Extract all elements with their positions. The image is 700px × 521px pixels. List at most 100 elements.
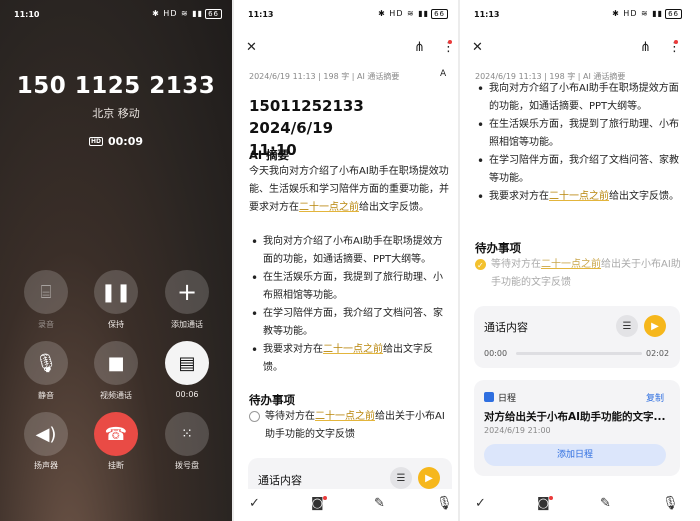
todo-checkbox[interactable] <box>249 411 260 422</box>
add-call-label: 添加通话 <box>171 320 203 329</box>
list-item: 我要求对方在二十一点之前给出文字反馈。 <box>249 341 451 377</box>
bullet4-text-1: 我要求对方在 <box>489 191 549 202</box>
deadline-highlight[interactable]: 二十一点之前 <box>549 191 609 202</box>
pen-icon[interactable]: ✎ <box>600 496 611 511</box>
battery-icon: 66 <box>665 9 682 19</box>
status-time: 11:13 <box>248 10 274 19</box>
call-timer: HD 00:09 <box>0 135 232 148</box>
bullet-list: 我向对方介绍了小布AI助手在职场提效方面的功能，如通话摘要、PPT大纲等。 在生… <box>475 80 681 206</box>
speaker-button[interactable]: ◀) <box>24 412 68 456</box>
todo-checkbox-checked[interactable] <box>475 257 486 275</box>
plus-icon: + <box>176 278 198 306</box>
share-icon[interactable]: ⋔ <box>414 40 425 55</box>
hangup-icon: ☎ <box>104 423 128 445</box>
deadline-highlight[interactable]: 二十一点之前 <box>315 411 375 422</box>
record-button[interactable]: ⌸ <box>24 270 68 314</box>
todo-item-done[interactable]: 等待对方在二十一点之前给出关于小布AI助手功能的文字反馈 <box>475 256 681 292</box>
call-duration: 00:09 <box>108 135 144 148</box>
hold-label: 保持 <box>108 320 124 329</box>
status-time: 11:13 <box>474 10 500 19</box>
mic-icon[interactable]: 🎙︎ <box>436 496 453 511</box>
deadline-highlight[interactable]: 二十一点之前 <box>299 202 359 213</box>
status-time: 11:10 <box>14 10 40 19</box>
video-call-button[interactable]: ■ <box>94 341 138 385</box>
note-screen-scrolled: 11:13 ✱ HD ≋ ▮▮ 66 ✕ ⋔ ⋮ 2024/6/19 11:13 … <box>460 0 700 521</box>
ai-format-icon[interactable]: A <box>440 69 446 79</box>
status-icons: ✱ HD ≋ ▮▮ 66 <box>378 9 448 19</box>
bullet4-text-2: 给出文字反馈。 <box>609 191 679 202</box>
note-title-line1: 15011252133 2024/6/19 <box>249 97 364 137</box>
mute-label: 静音 <box>38 391 54 400</box>
ai-note-label: 00:06 <box>175 390 199 399</box>
camera-icon[interactable]: ◙ <box>311 496 324 511</box>
status-icons-text: ✱ HD ≋ ▮▮ <box>378 9 430 18</box>
player-end-time: 02:02 <box>646 349 670 358</box>
play-button[interactable]: ▶ <box>418 467 440 489</box>
play-button[interactable]: ▶ <box>644 315 666 337</box>
camera-dot <box>549 496 553 500</box>
status-bar: 11:13 ✱ HD ≋ ▮▮ 66 <box>460 0 700 28</box>
mute-button[interactable]: 🎙︎ <box>24 341 68 385</box>
list-item: 在生活娱乐方面，我提到了旅行助理、小布照相馆等功能。 <box>475 116 681 152</box>
mic-icon[interactable]: 🎙︎ <box>662 496 679 511</box>
todo-heading: 待办事项 <box>249 393 295 407</box>
hd-icon: HD <box>88 137 103 146</box>
note-icon: ▤ <box>178 352 196 374</box>
checklist-icon[interactable]: ✓ <box>249 496 260 511</box>
caller-number: 150 1125 2133 <box>16 73 216 99</box>
list-icon: ☰ <box>396 472 406 484</box>
record-label: 录音 <box>38 320 54 329</box>
calendar-icon <box>484 392 494 402</box>
schedule-text: 对方给出关于小布AI助手功能的文字... <box>484 411 666 423</box>
checklist-icon[interactable]: ✓ <box>475 496 486 511</box>
deadline-highlight[interactable]: 二十一点之前 <box>323 344 383 355</box>
list-item: 在生活娱乐方面，我提到了旅行助理、小布照相馆等功能。 <box>249 269 451 305</box>
schedule-label: 日程 <box>498 394 517 404</box>
audio-progress-track[interactable] <box>516 352 642 355</box>
transcript-button[interactable]: ☰ <box>390 467 412 489</box>
camera-dot <box>323 496 327 500</box>
hangup-button[interactable]: ☎ <box>94 412 138 456</box>
pause-icon: ❚❚ <box>100 281 132 303</box>
status-icons: ✱ HD ≋ ▮▮ 66 <box>152 9 222 19</box>
transcript-button[interactable]: ☰ <box>616 315 638 337</box>
keypad-button[interactable]: ⁙ <box>165 412 209 456</box>
todo-item[interactable]: 等待对方在二十一点之前给出关于小布AI助手功能的文字反馈 <box>249 408 451 444</box>
add-schedule-button[interactable]: 添加日程 <box>484 444 666 466</box>
share-icon[interactable]: ⋔ <box>640 40 651 55</box>
add-call-button[interactable]: + <box>165 270 209 314</box>
deadline-highlight[interactable]: 二十一点之前 <box>541 259 601 270</box>
status-bar: 11:10 ✱ HD ≋ ▮▮ 66 <box>0 0 232 28</box>
bottom-toolbar: ✓ ◙ ✎ 🎙︎ <box>234 489 458 521</box>
keypad-icon: ⁙ <box>181 426 193 442</box>
list-item: 在学习陪伴方面，我介绍了文档问答、家教等功能。 <box>249 305 451 341</box>
schedule-header: 日程 <box>484 391 516 404</box>
copy-button[interactable]: 复制 <box>646 391 664 404</box>
status-icons-text: ✱ HD ≋ ▮▮ <box>612 9 664 18</box>
battery-icon: 66 <box>205 9 222 19</box>
hold-button[interactable]: ❚❚ <box>94 270 138 314</box>
call-content-card: 通话内容 ☰ ▶ 00:00 02:02 <box>474 306 680 368</box>
mic-off-icon: 🎙︎ <box>34 352 58 374</box>
note-meta: 2024/6/19 11:13 | 198 字 | AI 通话摘要 <box>249 72 400 81</box>
summary-heading: AI 摘要 <box>249 148 290 162</box>
list-item: 我向对方介绍了小布AI助手在职场提效方面的功能，如通话摘要、PPT大纲等。 <box>475 80 681 116</box>
ai-note-button[interactable]: ▤ <box>165 341 209 385</box>
schedule-time: 2024/6/19 21:00 <box>484 426 551 435</box>
note-screen: 11:13 ✱ HD ≋ ▮▮ 66 ✕ ⋔ ⋮ 2024/6/19 11:13 … <box>234 0 458 521</box>
todo-text-1: 等待对方在 <box>491 259 541 270</box>
caller-location: 北京 移动 <box>92 107 140 120</box>
todo-text-1: 等待对方在 <box>265 411 315 422</box>
close-icon[interactable]: ✕ <box>246 40 257 55</box>
summary-paragraph: 今天我向对方介绍了小布AI助手在职场提效功能、生活娱乐和学习陪伴方面的重要功能，… <box>249 163 449 217</box>
list-item: 我要求对方在二十一点之前给出文字反馈。 <box>475 188 681 206</box>
camera-icon[interactable]: ◙ <box>537 496 550 511</box>
status-icons: ✱ HD ≋ ▮▮ 66 <box>612 9 682 19</box>
list-item: 我向对方介绍了小布AI助手在职场提效方面的功能，如通话摘要、PPT大纲等。 <box>249 233 451 269</box>
notification-dot <box>674 40 678 44</box>
list-icon: ☰ <box>622 320 632 332</box>
close-icon[interactable]: ✕ <box>472 40 483 55</box>
pen-icon[interactable]: ✎ <box>374 496 385 511</box>
video-icon: ■ <box>107 352 125 374</box>
speaker-label: 扬声器 <box>34 461 58 470</box>
